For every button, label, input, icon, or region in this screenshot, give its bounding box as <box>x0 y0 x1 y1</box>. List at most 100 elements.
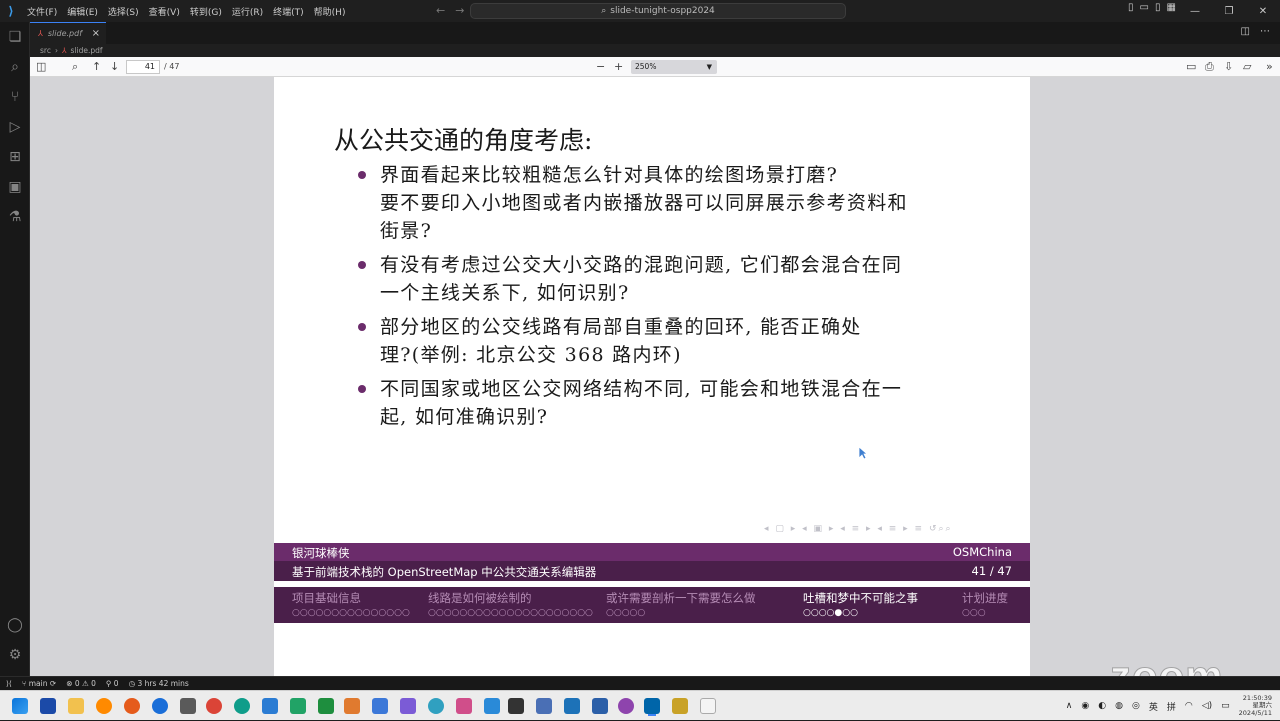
forward-arrow-icon[interactable]: → <box>455 4 464 17</box>
tools-menu-icon[interactable]: » <box>1266 60 1273 73</box>
explorer-icon[interactable]: ❏ <box>0 22 30 52</box>
menu-edit[interactable]: 编辑(E) <box>62 5 103 18</box>
customize-layout-icon[interactable]: ▦ <box>1166 2 1175 13</box>
tray-app-icon[interactable]: ◐ <box>1098 701 1106 711</box>
section-dots: ○○○○○○○○○○○○○○○○○○○○○ <box>428 608 593 618</box>
section-dots: ○○○○●○○ <box>803 608 858 618</box>
security-app-icon[interactable] <box>40 698 56 714</box>
remote-explorer-icon[interactable]: ▣ <box>0 172 30 202</box>
tray-chevron-icon[interactable]: ∧ <box>1066 701 1073 711</box>
app-icon[interactable] <box>180 698 196 714</box>
section-item[interactable]: 计划进度 ○○○ <box>962 590 1008 618</box>
app-icon[interactable] <box>484 698 500 714</box>
problems-status[interactable]: ⊗ 0 ⚠ 0 <box>66 679 96 688</box>
menu-help[interactable]: 帮助(H) <box>309 5 351 18</box>
section-item[interactable]: 项目基础信息 ○○○○○○○○○○○○○○○ <box>292 590 410 618</box>
next-page-icon[interactable]: ↓ <box>110 60 119 73</box>
chrome-icon[interactable] <box>206 698 222 714</box>
sidebar-toggle-icon[interactable]: ◫ <box>36 60 46 73</box>
clock[interactable]: 21:50:39 星期六 2024/5/11 <box>1239 694 1272 718</box>
restore-icon[interactable]: ❐ <box>1212 0 1246 22</box>
back-arrow-icon[interactable]: ← <box>436 4 445 17</box>
run-debug-icon[interactable]: ▷ <box>0 112 30 142</box>
open-file-icon[interactable]: ▭ <box>1186 60 1196 73</box>
download-icon[interactable]: ⇩ <box>1224 60 1233 73</box>
app-icon[interactable] <box>428 698 444 714</box>
app-icon[interactable] <box>592 698 608 714</box>
sheets-icon[interactable] <box>318 698 334 714</box>
search-icon[interactable]: ⌕ <box>0 52 30 82</box>
section-item[interactable]: 线路是如何被绘制的 ○○○○○○○○○○○○○○○○○○○○○ <box>428 590 593 618</box>
app-icon[interactable] <box>400 698 416 714</box>
remote-icon[interactable]: ⟩⟨ <box>6 679 12 688</box>
page-number-input[interactable]: 41 <box>126 60 160 74</box>
extensions-icon[interactable]: ⊞ <box>0 142 30 172</box>
section-label: 吐槽和梦中不可能之事 <box>803 591 918 605</box>
section-item-active[interactable]: 吐槽和梦中不可能之事 ○○○○●○○ <box>803 590 918 618</box>
app-icon[interactable] <box>456 698 472 714</box>
toggle-sidebar-icon[interactable]: ▯ <box>1128 2 1134 13</box>
find-icon[interactable]: ⌕ <box>72 60 78 74</box>
print-icon[interactable]: ⎙ <box>1205 60 1214 74</box>
ime-mode[interactable]: 拼 <box>1167 700 1176 713</box>
account-icon[interactable]: ◯ <box>0 610 30 640</box>
section-item[interactable]: 或许需要剖析一下需要怎么做 ○○○○○ <box>606 590 756 618</box>
battery-icon[interactable]: ▭ <box>1221 701 1230 711</box>
docs-icon[interactable] <box>372 698 388 714</box>
notes-icon[interactable] <box>344 698 360 714</box>
minimize-icon[interactable]: — <box>1178 0 1212 22</box>
menu-go[interactable]: 转到(G) <box>185 5 227 18</box>
tab-slide-pdf[interactable]: ⅄ slide.pdf × <box>30 22 106 44</box>
footer-talk-title: 基于前端技术栈的 OpenStreetMap 中公共交通关系编辑器 <box>292 565 597 579</box>
pdf-viewer[interactable]: 从公共交通的角度考虑: 界面看起来比较粗糙怎么针对具体的绘图场景打磨? 要不要印… <box>30 77 1280 676</box>
zoom-out-icon[interactable]: − <box>596 60 605 73</box>
breadcrumb-file[interactable]: slide.pdf <box>71 46 103 55</box>
vscode-taskbar-icon[interactable] <box>644 698 660 714</box>
ime-language[interactable]: 英 <box>1149 700 1158 713</box>
volume-icon[interactable]: ◁) <box>1202 701 1212 711</box>
firefox-icon[interactable] <box>124 698 140 714</box>
word-icon[interactable] <box>262 698 278 714</box>
beamer-navigation-symbols[interactable]: ◂ ▢ ▸ ◂ ▣ ▸ ◂ ≡ ▸ ◂ ≡ ▸ ≡ ↺⌕⌕ <box>764 524 953 534</box>
breadcrumb-folder[interactable]: src <box>40 46 51 55</box>
windows-start-icon[interactable] <box>12 698 28 714</box>
menu-file[interactable]: 文件(F) <box>22 5 62 18</box>
menu-run[interactable]: 运行(R) <box>227 5 268 18</box>
source-control-icon[interactable]: ⑂ <box>0 82 30 112</box>
app-icon[interactable] <box>564 698 580 714</box>
tray-app-icon[interactable]: ◍ <box>1115 701 1123 711</box>
app-icon[interactable] <box>536 698 552 714</box>
command-center[interactable]: ⌕ slide-tunight-ospp2024 <box>470 3 846 19</box>
search-app-icon[interactable] <box>96 698 112 714</box>
menu-selection[interactable]: 选择(S) <box>103 5 144 18</box>
split-editor-icon[interactable]: ◫ <box>1241 26 1250 37</box>
zoom-in-icon[interactable]: + <box>614 60 623 73</box>
app-icon[interactable] <box>672 698 688 714</box>
menu-view[interactable]: 查看(V) <box>144 5 185 18</box>
toggle-panel-icon[interactable]: ▭ <box>1140 2 1149 13</box>
close-window-icon[interactable]: ✕ <box>1246 0 1280 22</box>
menu-terminal[interactable]: 终端(T) <box>268 5 309 18</box>
ports-status[interactable]: ⚲ 0 <box>106 679 119 688</box>
wakatime-status[interactable]: ◷ 3 hrs 42 mins <box>129 679 189 688</box>
tray-app-icon[interactable]: ◎ <box>1132 701 1140 711</box>
terminal-icon[interactable] <box>508 698 524 714</box>
edge-icon[interactable] <box>234 698 250 714</box>
toggle-secondary-sidebar-icon[interactable]: ▯ <box>1155 2 1161 13</box>
app-icon[interactable] <box>700 698 716 714</box>
previous-page-icon[interactable]: ↑ <box>92 60 101 73</box>
more-actions-icon[interactable]: ⋯ <box>1260 26 1270 37</box>
app-icon[interactable] <box>618 698 634 714</box>
browser-icon[interactable] <box>152 698 168 714</box>
bookmark-icon[interactable]: ▱ <box>1243 60 1251 73</box>
testing-icon[interactable]: ⚗ <box>0 202 30 232</box>
excel-icon[interactable] <box>290 698 306 714</box>
branch-status[interactable]: ⑂ main ⟳ <box>22 679 56 688</box>
manage-gear-icon[interactable]: ⚙ <box>0 640 30 670</box>
close-tab-icon[interactable]: × <box>92 28 100 39</box>
file-explorer-icon[interactable] <box>68 698 84 714</box>
tray-app-icon[interactable]: ◉ <box>1081 701 1089 711</box>
wifi-icon[interactable]: ◠ <box>1185 701 1193 711</box>
ports-count: 0 <box>113 679 119 688</box>
zoom-select[interactable]: 250% ▼ <box>631 60 717 74</box>
